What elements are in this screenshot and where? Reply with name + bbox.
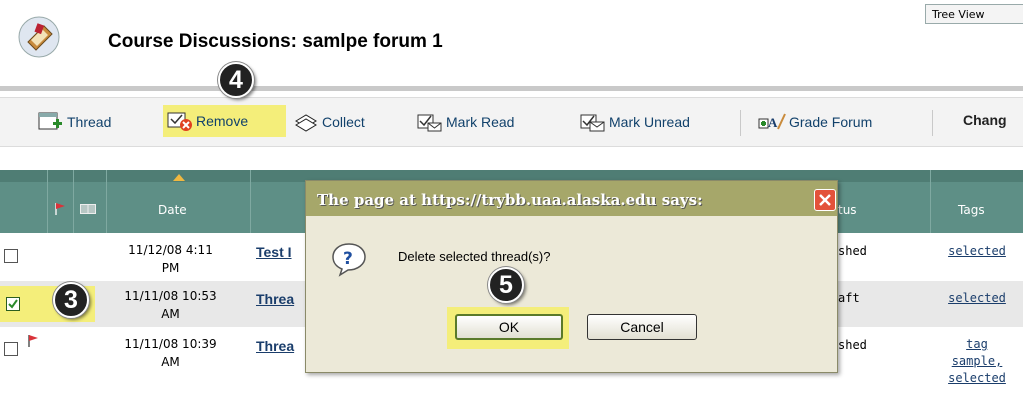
row-date-meridiem: AM: [161, 307, 180, 321]
new-thread-icon: [38, 112, 62, 130]
column-divider: [250, 170, 251, 233]
close-button[interactable]: [814, 189, 836, 211]
ok-button[interactable]: OK: [455, 314, 563, 340]
thread-link[interactable]: Threa: [256, 291, 294, 307]
row-status: shed: [838, 244, 867, 258]
row-checkbox[interactable]: [4, 249, 18, 263]
row-date-value: 11/12/08 4:11: [128, 243, 213, 257]
mark-unread-icon: [580, 114, 605, 132]
step-badge-3: 3: [53, 282, 89, 318]
mark-unread-label: Mark Unread: [609, 114, 690, 130]
mark-read-button[interactable]: Mark Read: [417, 109, 514, 135]
header-divider: [0, 86, 1023, 91]
cancel-button[interactable]: Cancel: [587, 314, 697, 340]
grade-forum-label: Grade Forum: [789, 114, 873, 130]
row-date: 11/11/08 10:53 AM: [108, 287, 233, 323]
row-date: 11/11/08 10:39 AM: [108, 335, 233, 371]
sort-ascending-icon: [173, 174, 185, 181]
tag-link[interactable]: sample: [952, 354, 995, 368]
toolbar-divider: [740, 110, 741, 136]
step-badge-4: 4: [218, 62, 254, 98]
row-date: 11/12/08 4:11 PM: [108, 241, 233, 277]
thread-link[interactable]: Threa: [256, 338, 294, 354]
tag-link[interactable]: selected: [948, 371, 1006, 385]
thread-label: Thread: [67, 114, 112, 130]
remove-icon: [167, 112, 192, 131]
remove-button[interactable]: Remove: [163, 105, 286, 137]
row-date-value: 11/11/08 10:39: [124, 337, 217, 351]
column-divider: [73, 170, 74, 233]
status-column-header[interactable]: tus: [838, 203, 857, 217]
collect-icon: [295, 114, 317, 132]
toolbar: Thread Remove Collect Mark Read Mark Unr…: [0, 97, 1023, 147]
svg-text:?: ?: [343, 249, 353, 269]
dialog-message: Delete selected thread(s)?: [398, 249, 551, 264]
thread-button[interactable]: Thread: [38, 109, 111, 135]
tag-link[interactable]: selected: [942, 291, 1012, 305]
dialog-title: The page at https://trybb.uaa.alaska.edu…: [317, 191, 703, 209]
column-divider: [106, 170, 107, 233]
mark-unread-button[interactable]: Mark Unread: [580, 109, 690, 135]
mark-read-icon: [417, 114, 442, 132]
tag-link[interactable]: tag: [966, 337, 988, 351]
row-checkbox-checked[interactable]: [6, 297, 20, 311]
tag-link[interactable]: selected: [942, 244, 1012, 258]
tag-list: tag sample, selected: [942, 336, 1012, 387]
tags-column-header[interactable]: Tags: [958, 203, 985, 217]
column-divider: [47, 170, 48, 233]
flag-column-icon[interactable]: [54, 202, 66, 216]
row-date-value: 11/11/08 10:53: [124, 289, 217, 303]
mark-read-label: Mark Read: [446, 114, 515, 130]
row-date-meridiem: AM: [161, 355, 180, 369]
close-icon: [819, 194, 831, 206]
row-checkbox[interactable]: [4, 342, 18, 356]
row-status: shed: [838, 338, 867, 352]
svg-text:A: A: [768, 115, 778, 130]
change-label[interactable]: Chang: [963, 112, 1007, 128]
tag-separator: ,: [995, 354, 1003, 368]
row-status: aft: [838, 291, 860, 305]
question-icon: ?: [332, 243, 366, 277]
dialog-title-bar[interactable]: The page at https://trybb.uaa.alaska.edu…: [306, 181, 837, 216]
date-column-header[interactable]: Date: [158, 203, 187, 217]
grade-forum-button[interactable]: A Grade Forum: [758, 109, 872, 135]
toolbar-divider: [932, 110, 933, 136]
remove-label: Remove: [196, 113, 249, 129]
collect-label: Collect: [322, 114, 365, 130]
row-date-meridiem: PM: [161, 261, 180, 275]
confirm-dialog: The page at https://trybb.uaa.alaska.edu…: [305, 180, 838, 373]
thread-link[interactable]: Test I: [256, 244, 292, 260]
column-divider: [930, 170, 931, 233]
checkmark-icon: [8, 299, 18, 309]
read-status-column-icon[interactable]: [80, 204, 96, 214]
forum-icon: [18, 16, 60, 58]
collect-button[interactable]: Collect: [293, 109, 365, 135]
flag-icon[interactable]: [27, 334, 39, 348]
page-title: Course Discussions: samlpe forum 1: [108, 31, 443, 52]
grade-forum-icon: A: [758, 113, 786, 130]
step-badge-5: 5: [488, 267, 524, 303]
tree-view-button[interactable]: Tree View: [925, 4, 1023, 24]
